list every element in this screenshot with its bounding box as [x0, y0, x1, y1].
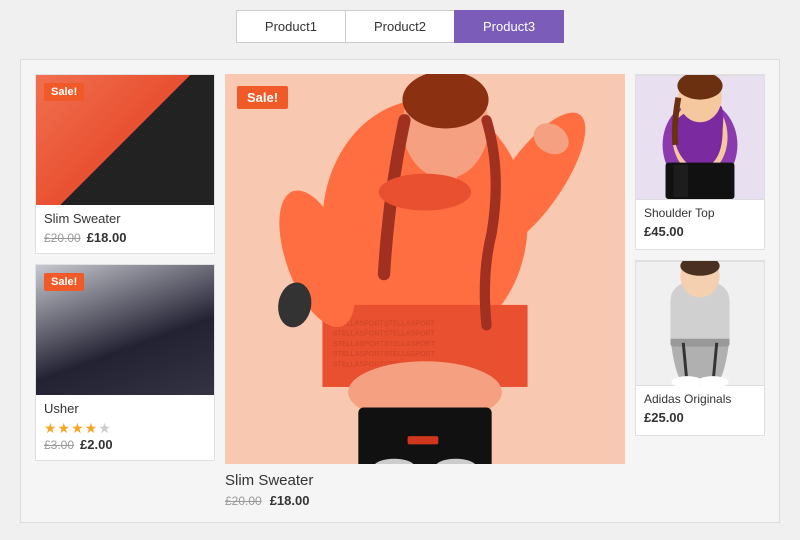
featured-sale-badge: Sale!	[237, 86, 288, 109]
center-column: Sale! STELLASPORTSTELLASPORT STELLASPORT…	[225, 74, 625, 508]
featured-product-image[interactable]: Sale! STELLASPORTSTELLASPORT STELLASPORT…	[225, 74, 625, 464]
product-card-shoulder-top[interactable]: Shoulder Top £45.00	[635, 74, 765, 250]
svg-text:STELLASPORTSTELLASPORT: STELLASPORTSTELLASPORT	[333, 330, 436, 338]
featured-product-svg: STELLASPORTSTELLASPORT STELLASPORTSTELLA…	[225, 74, 625, 464]
usher-info: Usher ★★★★★ £3.00 £2.00	[36, 395, 214, 460]
slim-sweater-old-price: £20.00	[44, 231, 81, 245]
usher-prices: £3.00 £2.00	[44, 437, 206, 452]
shoulder-top-svg	[636, 75, 764, 200]
usher-old-price: £3.00	[44, 438, 74, 452]
slim-sweater-prices: £20.00 £18.00	[44, 230, 206, 245]
featured-product-name: Slim Sweater	[225, 472, 625, 489]
slim-sweater-name: Slim Sweater	[44, 211, 206, 226]
adidas-name: Adidas Originals	[644, 392, 756, 406]
shoulder-top-info: Shoulder Top £45.00	[636, 200, 764, 249]
adidas-price: £25.00	[644, 410, 684, 425]
tab-bar: Product1 Product2 Product3	[236, 10, 564, 43]
slim-sweater-new-price: £18.00	[87, 230, 127, 245]
featured-old-price: £20.00	[225, 494, 262, 508]
left-column: Sale! Slim Sweater £20.00 £18.00 Sale! U…	[35, 74, 215, 508]
usher-stars: ★★★★★	[44, 420, 206, 437]
featured-new-price: £18.00	[270, 493, 310, 508]
product-grid: Sale! Slim Sweater £20.00 £18.00 Sale! U…	[20, 59, 780, 523]
shoulder-top-name: Shoulder Top	[644, 206, 756, 220]
right-column: Shoulder Top £45.00	[635, 74, 765, 508]
svg-text:STELLASPORTSTELLASPORT: STELLASPORTSTELLASPORT	[333, 340, 436, 348]
tab-product1[interactable]: Product1	[236, 10, 345, 43]
tab-product2[interactable]: Product2	[345, 10, 454, 43]
svg-text:STELLASPORTSTELLASPORT: STELLASPORTSTELLASPORT	[333, 350, 436, 358]
tab-product3[interactable]: Product3	[454, 10, 564, 43]
adidas-svg	[636, 261, 764, 386]
usher-new-price: £2.00	[80, 437, 113, 452]
shoulder-top-image	[636, 75, 764, 200]
product-card-slim-sweater[interactable]: Sale! Slim Sweater £20.00 £18.00	[35, 74, 215, 254]
adidas-info: Adidas Originals £25.00	[636, 386, 764, 435]
sale-badge-usher: Sale!	[44, 273, 84, 291]
adidas-price-row: £25.00	[644, 409, 756, 427]
featured-price-row: £20.00 £18.00	[225, 493, 625, 508]
slim-sweater-info: Slim Sweater £20.00 £18.00	[36, 205, 214, 253]
usher-name: Usher	[44, 401, 206, 416]
shoulder-top-price: £45.00	[644, 224, 684, 239]
product-card-usher[interactable]: Sale! Usher ★★★★★ £3.00 £2.00	[35, 264, 215, 461]
sale-badge-slim-sweater: Sale!	[44, 83, 84, 101]
product-card-adidas[interactable]: Adidas Originals £25.00	[635, 260, 765, 436]
adidas-image	[636, 261, 764, 386]
shoulder-top-price-row: £45.00	[644, 223, 756, 241]
featured-product-info: Slim Sweater £20.00 £18.00	[225, 472, 625, 508]
